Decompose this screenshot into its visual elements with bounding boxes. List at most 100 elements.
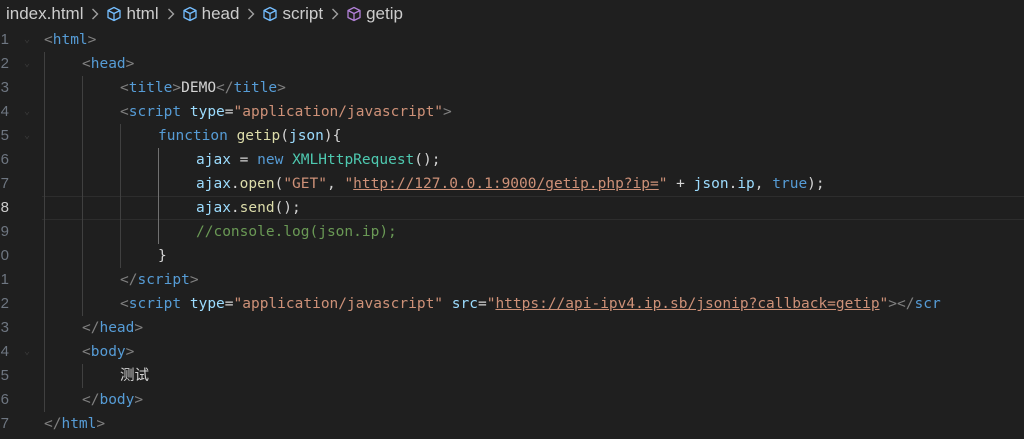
code-token: "application/javascript": [233, 104, 444, 120]
line-number: 9: [0, 223, 9, 240]
fold-chevron-icon[interactable]: ⌄: [24, 28, 30, 52]
code-token: <: [82, 56, 91, 72]
line-content: <script type="application/javascript">: [120, 100, 452, 124]
code-line[interactable]: 2 ⌄ <head>: [0, 52, 1024, 76]
code-line[interactable]: 6 </body>: [0, 388, 1024, 412]
line-content: </html>: [44, 412, 105, 436]
code-token: script: [128, 296, 182, 312]
code-token: <: [120, 80, 129, 96]
indent-guide: [82, 76, 83, 100]
chevron-right-icon: [247, 8, 255, 20]
line-number: 2: [0, 295, 9, 312]
code-token: </: [120, 272, 138, 288]
code-token: .: [728, 176, 738, 192]
code-line[interactable]: 0 }: [0, 244, 1024, 268]
indent-guide: [44, 388, 45, 412]
code-token: ();: [274, 200, 301, 216]
code-token: true: [772, 176, 808, 192]
code-token: >: [172, 80, 182, 96]
indent-guide: [44, 52, 45, 76]
code-line[interactable]: 6 ajax = new XMLHttpRequest();: [0, 148, 1024, 172]
line-content: }: [158, 244, 167, 268]
code-token: json: [288, 128, 324, 144]
fold-chevron-icon[interactable]: ⌄: [24, 124, 30, 148]
fold-chevron-icon[interactable]: ⌄: [24, 52, 30, 76]
fold-chevron-icon[interactable]: ⌄: [24, 340, 30, 364]
line-number: 7: [0, 415, 9, 432]
code-line[interactable]: 7 </html>: [0, 412, 1024, 436]
url-link[interactable]: http://127.0.0.1:9000/getip.php?ip=: [353, 176, 659, 192]
code-line[interactable]: 4 ⌄ <script type="application/javascript…: [0, 100, 1024, 124]
code-token: html: [61, 416, 97, 432]
breadcrumb-item-html[interactable]: html: [106, 4, 159, 24]
line-number: 1: [0, 31, 9, 48]
line-content: <script type="application/javascript" sr…: [120, 292, 941, 316]
code-token: </: [82, 320, 100, 336]
indent-guide: [44, 196, 45, 220]
breadcrumb-item-script[interactable]: script: [262, 4, 323, 24]
code-token: =: [224, 296, 234, 312]
line-number: 2: [0, 55, 9, 72]
code-token: >: [134, 392, 144, 408]
line-number: 4: [0, 343, 9, 360]
line-content: <body>: [82, 340, 134, 364]
code-token: >: [125, 344, 135, 360]
code-line[interactable]: 4 ⌄ <body>: [0, 340, 1024, 364]
code-token: ,: [326, 176, 345, 192]
breadcrumb: index.html html head script getip: [0, 0, 1024, 28]
url-link[interactable]: https://api-ipv4.ip.sb/jsonip?callback=g…: [495, 296, 879, 312]
code-area[interactable]: 1 ⌄ <html> 2 ⌄ <head> 3 <title>DEMO</tit…: [0, 28, 1024, 436]
line-content: </body>: [82, 388, 143, 412]
code-line[interactable]: 3 <title>DEMO</title>: [0, 76, 1024, 100]
element-cube-icon: [106, 6, 122, 22]
code-line[interactable]: 5 测试: [0, 364, 1024, 388]
code-line[interactable]: 1 ⌄ <html>: [0, 28, 1024, 52]
fold-chevron-icon[interactable]: ⌄: [24, 100, 30, 124]
code-token: >: [134, 320, 144, 336]
indent-guide: [44, 100, 45, 124]
indent-guide: [44, 244, 45, 268]
breadcrumb-file-label: index.html: [6, 4, 84, 23]
code-token: src: [451, 296, 478, 312]
breadcrumb-item-label: head: [201, 4, 240, 23]
code-token: "GET": [283, 176, 327, 192]
indent-guide: [120, 244, 121, 268]
code-line-current[interactable]: 8 ajax.send();: [0, 196, 1024, 220]
code-token: type: [189, 104, 225, 120]
breadcrumb-file[interactable]: index.html: [6, 4, 83, 24]
indent-guide: [44, 220, 45, 244]
code-token: XMLHttpRequest: [292, 152, 415, 168]
code-token: <: [82, 344, 91, 360]
indent-guide: [44, 268, 45, 292]
code-token: open: [239, 176, 275, 192]
breadcrumb-item-head[interactable]: head: [182, 4, 240, 24]
indent-guide: [44, 292, 45, 316]
code-line[interactable]: 7 ajax.open("GET", "http://127.0.0.1:900…: [0, 172, 1024, 196]
code-token: >: [189, 272, 199, 288]
code-token: ajax: [196, 200, 231, 216]
code-line[interactable]: 3 </head>: [0, 316, 1024, 340]
code-line[interactable]: 2 <script type="application/javascript" …: [0, 292, 1024, 316]
code-token: title: [128, 80, 173, 96]
line-number: 0: [0, 247, 9, 264]
code-editor[interactable]: index.html html head script getip 1 ⌄ <h…: [0, 0, 1024, 439]
line-number: 5: [0, 127, 9, 144]
line-number: 3: [0, 79, 9, 96]
element-cube-icon: [262, 6, 278, 22]
code-token: html: [52, 32, 88, 48]
indent-guide: [120, 124, 121, 148]
line-content: 测试: [120, 364, 149, 388]
code-line[interactable]: 9 //console.log(json.ip);: [0, 220, 1024, 244]
code-token: title: [233, 80, 278, 96]
line-content: <title>DEMO</title>: [120, 76, 286, 100]
code-token: type: [189, 296, 225, 312]
code-token: json: [693, 176, 729, 192]
code-line[interactable]: 1 </script>: [0, 268, 1024, 292]
line-content: </script>: [120, 268, 199, 292]
breadcrumb-item-getip[interactable]: getip: [346, 4, 403, 24]
line-content: ajax.send();: [196, 196, 301, 220]
code-token: ip: [737, 176, 755, 192]
code-line[interactable]: 5 ⌄ function getip(json){: [0, 124, 1024, 148]
code-token: </: [82, 392, 100, 408]
